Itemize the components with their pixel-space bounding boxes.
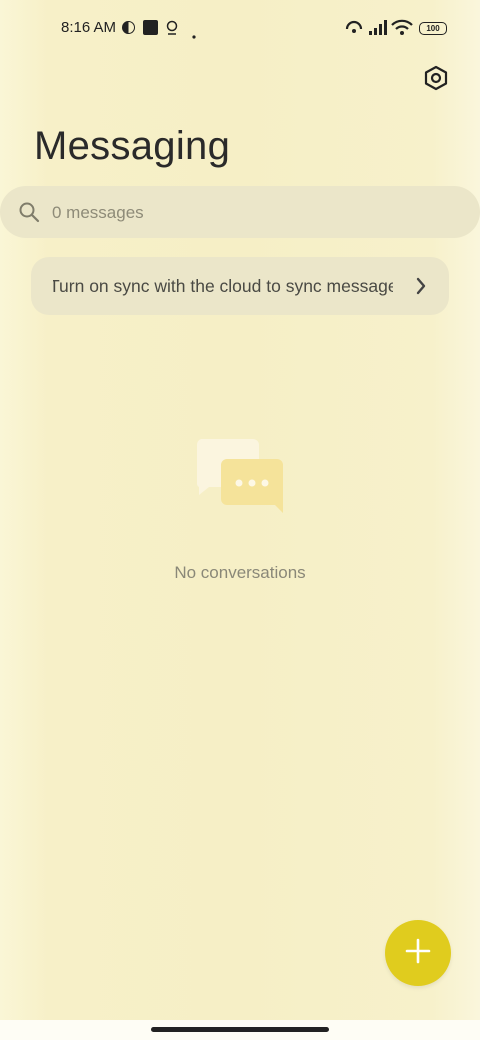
hotspot-icon: [344, 19, 364, 40]
search-input[interactable]: [50, 186, 454, 240]
location-pin-icon: [165, 20, 179, 41]
status-time: 8:16 AM: [61, 19, 117, 36]
settings-hex-icon: [423, 65, 449, 96]
app-square-icon: [143, 20, 158, 40]
sync-banner-text: Turn on sync with the cloud to sync mess…: [53, 276, 393, 296]
status-bar: 8:16 AM 100: [0, 0, 480, 56]
wifi-icon: [391, 19, 413, 40]
signal-icon: [369, 20, 387, 40]
battery-indicator: 100: [419, 22, 447, 35]
navigation-bar: [0, 1020, 480, 1040]
search-icon: [18, 201, 40, 228]
search-bar[interactable]: [0, 186, 480, 240]
settings-button[interactable]: [420, 64, 452, 96]
chat-bubbles-icon: [195, 437, 287, 522]
page-title: Messaging: [34, 124, 231, 168]
sync-banner[interactable]: Turn on sync with the cloud to sync mess…: [31, 257, 449, 315]
dot-icon: [192, 26, 196, 44]
data-saver-icon: [121, 20, 136, 40]
home-indicator[interactable]: [151, 1027, 329, 1032]
new-conversation-button[interactable]: [385, 920, 451, 986]
chevron-right-icon: [415, 276, 427, 301]
plus-icon: [405, 938, 431, 969]
empty-state-text: No conversations: [174, 563, 306, 582]
